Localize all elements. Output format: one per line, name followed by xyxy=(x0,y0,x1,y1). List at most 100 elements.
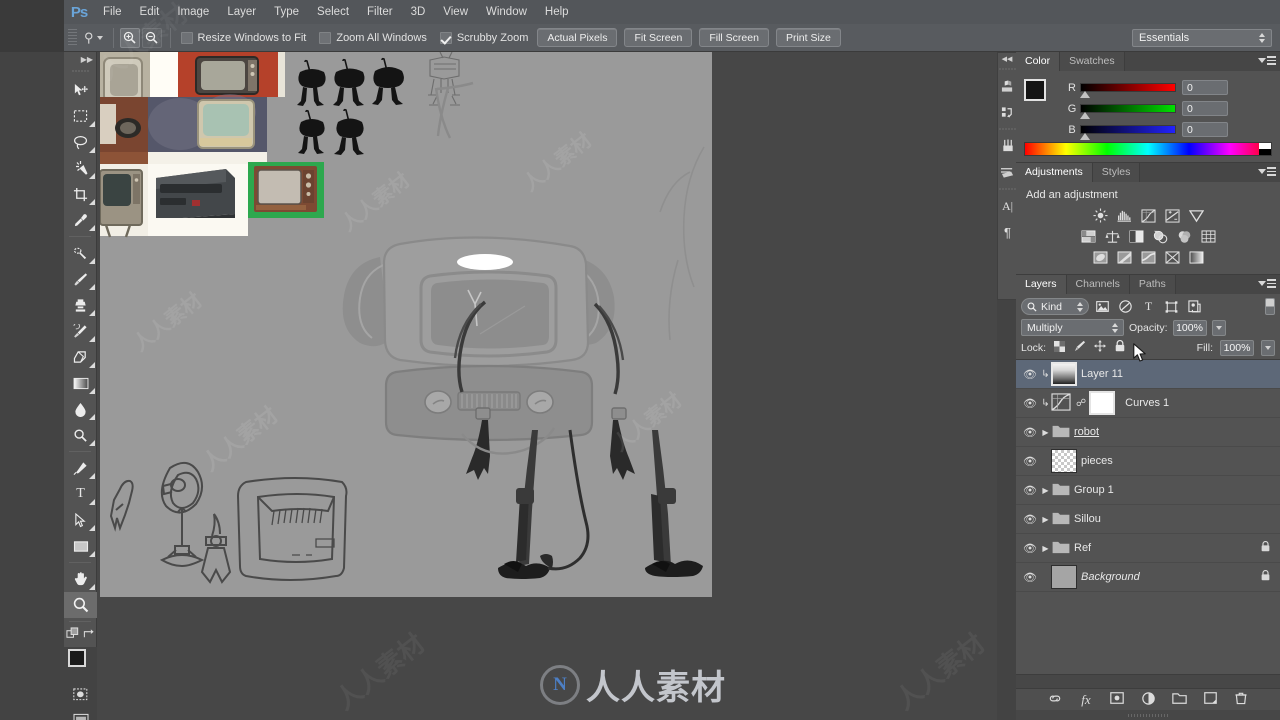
layer-name[interactable]: Curves 1 xyxy=(1125,397,1169,409)
slider-thumb[interactable] xyxy=(1080,133,1090,140)
layers-panel-menu-button[interactable] xyxy=(1258,279,1276,288)
menu-help[interactable]: Help xyxy=(536,0,578,24)
rectangular-marquee-tool[interactable] xyxy=(64,103,97,129)
lock-all-icon[interactable] xyxy=(1113,339,1126,355)
layer-row-group-1[interactable]: 👁 ▶ Group 1 xyxy=(1016,476,1280,505)
menu-edit[interactable]: Edit xyxy=(131,0,169,24)
gradient-map-icon[interactable] xyxy=(1188,250,1204,265)
posterize-icon[interactable] xyxy=(1116,250,1132,265)
blend-mode-select[interactable]: Multiply xyxy=(1021,319,1124,336)
brush-presets-icon[interactable] xyxy=(998,159,1017,185)
menu-view[interactable]: View xyxy=(434,0,477,24)
black-white-icon[interactable] xyxy=(1128,229,1144,244)
quick-selection-tool[interactable] xyxy=(64,155,97,181)
delete-layer-icon[interactable] xyxy=(1233,692,1249,708)
eraser-tool[interactable] xyxy=(64,344,97,370)
quick-mask-button[interactable] xyxy=(64,681,97,707)
resize-windows-to-fit-checkbox[interactable]: Resize Windows to Fit xyxy=(180,31,306,44)
opacity-dropdown-button[interactable] xyxy=(1211,319,1226,336)
workspace-switcher[interactable]: Essentials xyxy=(1132,28,1272,47)
layer-thumbnail[interactable] xyxy=(1051,565,1077,589)
selective-color-icon[interactable] xyxy=(1164,250,1180,265)
layer-visibility-icon[interactable]: 👁 xyxy=(1020,571,1040,584)
tab-swatches[interactable]: Swatches xyxy=(1060,52,1125,71)
group-expand-arrow-icon[interactable]: ▶ xyxy=(1040,486,1051,495)
fill-dropdown-button[interactable] xyxy=(1261,339,1275,356)
character-panel-icon[interactable]: A| xyxy=(998,193,1017,219)
scrubby-zoom-checkbox[interactable]: Scrubby Zoom xyxy=(439,31,528,44)
tool-preset-picker[interactable]: ⚲ xyxy=(80,30,107,46)
gradient-tool[interactable] xyxy=(64,370,97,396)
dock-expand-button[interactable]: ◀◀ xyxy=(998,53,1016,65)
layer-visibility-icon[interactable]: 👁 xyxy=(1020,513,1040,526)
lasso-tool[interactable] xyxy=(64,129,97,155)
brush-panel-icon[interactable] xyxy=(998,133,1017,159)
threshold-icon[interactable] xyxy=(1140,250,1156,265)
zoom-in-button[interactable] xyxy=(119,27,140,48)
tab-paths[interactable]: Paths xyxy=(1129,275,1176,294)
move-tool[interactable] xyxy=(64,77,97,103)
dodge-tool[interactable] xyxy=(64,422,97,448)
layer-visibility-icon[interactable]: 👁 xyxy=(1020,397,1040,410)
type-layer-filter-icon[interactable]: T xyxy=(1139,298,1158,315)
tab-channels[interactable]: Channels xyxy=(1066,275,1130,294)
add-layer-mask-icon[interactable] xyxy=(1109,692,1125,707)
lock-transparent-pixels-icon[interactable] xyxy=(1053,340,1066,355)
tab-layers[interactable]: Layers xyxy=(1016,275,1067,294)
layer-name[interactable]: Background xyxy=(1081,571,1140,583)
clone-stamp-tool[interactable] xyxy=(64,292,97,318)
menu-window[interactable]: Window xyxy=(477,0,536,24)
zoom-tool[interactable] xyxy=(64,592,97,618)
menu-select[interactable]: Select xyxy=(308,0,358,24)
screen-mode-button[interactable] xyxy=(64,707,97,720)
adjustments-panel-menu-button[interactable] xyxy=(1258,167,1276,176)
exposure-icon[interactable] xyxy=(1164,208,1180,223)
blur-tool[interactable] xyxy=(64,396,97,422)
photo-filter-icon[interactable] xyxy=(1152,229,1168,244)
lock-position-icon[interactable] xyxy=(1093,340,1106,355)
new-layer-icon[interactable] xyxy=(1202,692,1218,707)
fit-screen-button[interactable]: Fit Screen xyxy=(624,28,693,47)
brightness-contrast-icon[interactable] xyxy=(1092,208,1108,223)
link-mask-icon[interactable]: ☍ xyxy=(1076,398,1086,409)
zoom-out-button[interactable] xyxy=(141,27,162,48)
layer-name[interactable]: robot xyxy=(1074,426,1099,438)
layer-name[interactable]: Sillou xyxy=(1074,513,1101,525)
fill-screen-button[interactable]: Fill Screen xyxy=(699,28,769,47)
swap-colors-icon[interactable] xyxy=(83,628,95,640)
group-expand-arrow-icon[interactable]: ▶ xyxy=(1040,428,1051,437)
layer-row-background[interactable]: 👁 Background xyxy=(1016,563,1280,592)
layer-filter-enable-toggle[interactable] xyxy=(1265,298,1275,315)
levels-icon[interactable] xyxy=(1116,208,1132,223)
layer-row-pieces[interactable]: 👁 pieces xyxy=(1016,447,1280,476)
new-adjustment-layer-icon[interactable] xyxy=(1140,691,1156,708)
layer-row-layer-11[interactable]: 👁 ↳ Layer 11 xyxy=(1016,360,1280,389)
adjustment-layer-filter-icon[interactable] xyxy=(1116,298,1135,315)
tab-adjustments[interactable]: Adjustments xyxy=(1016,163,1093,182)
hue-saturation-icon[interactable] xyxy=(1080,229,1096,244)
lock-image-pixels-icon[interactable] xyxy=(1073,340,1086,355)
layer-thumbnail[interactable] xyxy=(1051,362,1077,386)
foreground-color-swatch[interactable] xyxy=(68,649,86,667)
layer-row-ref[interactable]: 👁 ▶ Ref xyxy=(1016,534,1280,563)
menu-3d[interactable]: 3D xyxy=(402,0,435,24)
layer-mask-thumbnail[interactable] xyxy=(1089,391,1116,415)
tab-styles[interactable]: Styles xyxy=(1092,163,1141,182)
link-layers-icon[interactable] xyxy=(1047,693,1063,707)
toolbox-grip[interactable] xyxy=(71,66,89,75)
menu-type[interactable]: Type xyxy=(265,0,308,24)
eyedropper-tool[interactable] xyxy=(64,207,97,233)
group-expand-arrow-icon[interactable]: ▶ xyxy=(1040,544,1051,553)
fill-value-field[interactable]: 100% xyxy=(1220,339,1254,356)
spot-healing-brush-tool[interactable] xyxy=(64,240,97,266)
menu-file[interactable]: File xyxy=(94,0,131,24)
edit-toolbar-icon[interactable] xyxy=(65,627,80,641)
dock-bottom-grip[interactable] xyxy=(1016,710,1280,720)
brush-tool[interactable] xyxy=(64,266,97,292)
opacity-value-field[interactable]: 100% xyxy=(1172,319,1207,336)
options-bar-grip[interactable] xyxy=(68,28,77,47)
3d-panel-icon[interactable] xyxy=(998,73,1017,99)
slider-thumb[interactable] xyxy=(1080,91,1090,98)
green-value-field[interactable]: 0 xyxy=(1182,101,1228,116)
tab-color[interactable]: Color xyxy=(1016,52,1061,71)
